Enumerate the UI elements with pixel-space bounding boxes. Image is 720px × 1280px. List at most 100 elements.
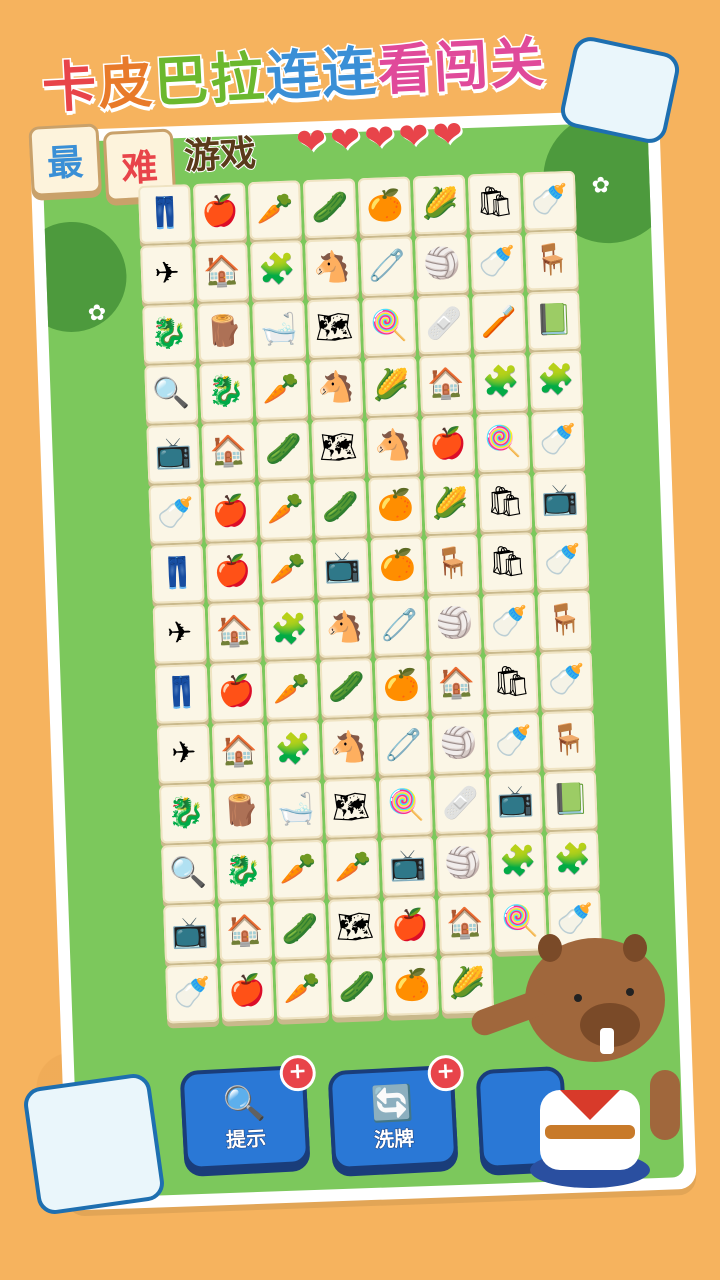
game-tile[interactable]: 🍎 [192, 182, 247, 243]
game-tile[interactable]: 🛍 [480, 532, 535, 593]
game-tile[interactable]: 🏐 [435, 834, 490, 894]
game-tile[interactable]: 🥒 [330, 957, 385, 1018]
game-tile[interactable]: 🔍 [161, 843, 216, 904]
game-tile[interactable]: 🥕 [275, 959, 330, 1020]
game-tile[interactable]: 🏠 [218, 901, 273, 962]
game-tile[interactable]: 🧩 [545, 830, 600, 891]
hint-button[interactable]: + 🔍 提示 [179, 1054, 317, 1172]
game-tile[interactable]: 🍼 [535, 530, 590, 591]
game-tile[interactable]: 🌽 [423, 474, 478, 535]
game-tile[interactable]: 🍊 [370, 536, 425, 597]
game-tile[interactable]: 🧷 [359, 236, 414, 297]
game-tile[interactable]: 📺 [315, 538, 370, 598]
game-tile[interactable]: 🏠 [195, 242, 250, 303]
game-tile[interactable]: 🐉 [142, 304, 197, 364]
game-tile[interactable]: 📺 [488, 772, 543, 833]
game-tile[interactable]: 🪑 [541, 710, 596, 771]
game-tile[interactable]: 🍎 [421, 414, 476, 475]
game-tile[interactable]: 🗺 [307, 298, 362, 359]
game-tile[interactable]: 🥕 [270, 839, 325, 900]
game-tile[interactable]: 🔍 [144, 364, 199, 424]
game-tile[interactable]: 🐴 [317, 598, 372, 658]
game-tile[interactable]: 🥕 [264, 660, 319, 720]
game-tile[interactable]: 🛁 [268, 779, 323, 840]
game-tile[interactable]: 🏠 [429, 654, 484, 715]
game-tile[interactable]: 🥕 [260, 540, 315, 600]
game-tile[interactable]: 🍼 [469, 232, 524, 293]
game-tile[interactable]: 🐴 [321, 718, 376, 778]
game-tile[interactable]: 🪵 [213, 781, 268, 842]
game-tile[interactable]: 🪑 [425, 534, 480, 595]
game-tile[interactable]: 🍊 [374, 656, 429, 716]
game-tile[interactable]: 🍎 [203, 482, 258, 542]
game-tile[interactable]: 🪑 [537, 590, 592, 651]
game-tile[interactable]: 🍭 [476, 412, 531, 473]
game-tile[interactable]: 🥒 [256, 420, 311, 480]
game-tile[interactable]: 🍼 [165, 963, 220, 1024]
game-tile[interactable]: 🥕 [247, 180, 302, 241]
game-tile[interactable]: 🏐 [431, 714, 486, 775]
game-tile[interactable]: 🐴 [309, 358, 364, 419]
game-tile[interactable]: 🍼 [539, 650, 594, 711]
game-tile[interactable]: 🪵 [197, 302, 252, 362]
game-tile[interactable]: 👖 [138, 184, 192, 244]
game-tile[interactable]: 🍎 [205, 542, 260, 602]
game-tile[interactable]: 🛍 [484, 652, 539, 713]
game-tile[interactable]: 📗 [526, 290, 581, 351]
game-tile[interactable]: 🍊 [357, 176, 412, 237]
game-tile[interactable]: 🌽 [364, 356, 419, 417]
game-tile[interactable]: 🧷 [376, 716, 431, 776]
game-tile[interactable]: 🛍 [478, 472, 533, 533]
game-tile[interactable]: 📺 [146, 424, 201, 484]
game-tile[interactable]: 🏐 [427, 594, 482, 655]
game-tile[interactable]: 🍼 [482, 592, 537, 653]
game-tile[interactable]: 🥒 [319, 658, 374, 718]
game-tile[interactable]: 🐴 [366, 416, 421, 477]
game-tile[interactable]: 📺 [533, 470, 588, 531]
game-tile[interactable]: 🛍 [467, 172, 522, 233]
game-tile[interactable]: 👖 [150, 543, 205, 604]
game-tile[interactable]: 🧩 [474, 352, 529, 413]
game-tile[interactable]: 👖 [154, 663, 209, 724]
game-tile[interactable]: 🐴 [304, 238, 359, 299]
game-tile[interactable]: 📺 [380, 836, 435, 896]
game-tile[interactable]: 🍭 [362, 296, 417, 357]
game-tile[interactable]: 🍎 [209, 661, 264, 722]
game-tile[interactable]: 🐉 [158, 783, 213, 844]
game-tile[interactable]: 🧩 [266, 720, 321, 780]
game-tile[interactable]: 🗺 [323, 778, 378, 838]
game-tile[interactable]: ✈ [140, 244, 195, 304]
game-tile[interactable]: 🍭 [378, 776, 433, 836]
game-tile[interactable]: 🧩 [490, 832, 545, 893]
game-tile[interactable]: 🏐 [414, 234, 469, 295]
game-tile[interactable]: 🐉 [199, 362, 254, 422]
game-tile[interactable]: 🥕 [254, 360, 309, 421]
game-tile[interactable]: 🗺 [311, 418, 366, 479]
game-tile[interactable]: 🏠 [207, 602, 262, 662]
game-tile[interactable]: 🥒 [273, 899, 328, 960]
game-tile[interactable]: 🍼 [148, 484, 203, 544]
game-tile[interactable]: ✈ [152, 603, 207, 664]
game-tile[interactable]: 🪥 [471, 292, 526, 353]
game-tile[interactable]: 🏠 [419, 354, 474, 415]
game-tile[interactable]: 🥕 [325, 838, 380, 898]
game-tile[interactable]: 🍼 [522, 170, 577, 231]
game-tile[interactable]: 🪑 [524, 230, 579, 291]
game-tile[interactable]: 🩹 [433, 774, 488, 835]
game-tile[interactable]: 🥒 [313, 478, 368, 539]
game-tile[interactable]: 🏠 [211, 721, 266, 782]
game-tile[interactable]: 📗 [543, 770, 598, 831]
game-tile[interactable]: 🍎 [220, 961, 275, 1022]
game-tile[interactable]: 📺 [163, 903, 218, 964]
game-tile[interactable]: 🛁 [252, 300, 307, 361]
game-tile[interactable]: ✈ [156, 723, 211, 784]
game-tile[interactable]: 🧷 [372, 596, 427, 657]
game-tile[interactable]: 🏠 [201, 422, 256, 482]
game-tile[interactable]: 🗺 [328, 897, 383, 958]
game-tile[interactable]: 🧩 [529, 350, 584, 411]
game-tile[interactable]: 🩹 [417, 294, 472, 355]
game-tile[interactable]: 🍼 [531, 410, 586, 471]
game-tile[interactable]: 🧩 [250, 240, 305, 301]
game-tile[interactable]: 🐉 [216, 841, 270, 902]
game-tile[interactable]: 🍊 [385, 956, 440, 1016]
